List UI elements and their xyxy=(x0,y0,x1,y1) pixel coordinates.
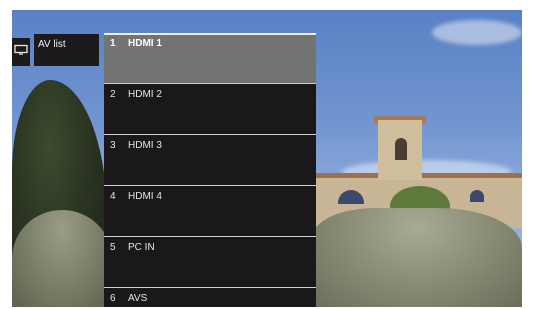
background-olive-trees xyxy=(12,210,112,307)
source-icon-box xyxy=(12,38,30,66)
list-item-label: HDMI 1 xyxy=(128,38,162,49)
av-list-title: AV list xyxy=(38,39,66,50)
av-list-panel: 1 HDMI 1 2 HDMI 2 3 HDMI 3 4 HDMI 4 5 PC… xyxy=(104,33,316,307)
background-cloud xyxy=(432,20,522,45)
list-item-number: 5 xyxy=(110,242,116,253)
list-item-number: 6 xyxy=(110,293,116,304)
list-item-avs[interactable]: 6 AVS xyxy=(104,288,316,307)
background-olive-grove xyxy=(312,208,522,307)
list-item-label: HDMI 2 xyxy=(128,89,162,100)
list-item-label: HDMI 3 xyxy=(128,140,162,151)
list-item-label: HDMI 4 xyxy=(128,191,162,202)
tv-monitor-icon xyxy=(14,43,28,61)
selection-highlight-line xyxy=(104,33,316,35)
list-item-pc-in[interactable]: 5 PC IN xyxy=(104,237,316,287)
list-item-label: PC IN xyxy=(128,242,155,253)
list-item-number: 4 xyxy=(110,191,116,202)
list-item-number: 2 xyxy=(110,89,116,100)
background-bell-arch xyxy=(395,138,407,160)
list-item-hdmi-1[interactable]: 1 HDMI 1 xyxy=(104,33,316,83)
list-item-hdmi-4[interactable]: 4 HDMI 4 xyxy=(104,186,316,236)
list-item-number: 1 xyxy=(110,38,116,49)
av-list-title-box: AV list xyxy=(34,34,99,66)
list-item-label: AVS xyxy=(128,293,148,304)
list-item-hdmi-2[interactable]: 2 HDMI 2 xyxy=(104,84,316,134)
list-item-hdmi-3[interactable]: 3 HDMI 3 xyxy=(104,135,316,185)
background-church-window xyxy=(470,190,484,202)
tv-screen: AV list 1 HDMI 1 2 HDMI 2 3 HDMI 3 4 HDM… xyxy=(12,10,522,307)
list-item-number: 3 xyxy=(110,140,116,151)
